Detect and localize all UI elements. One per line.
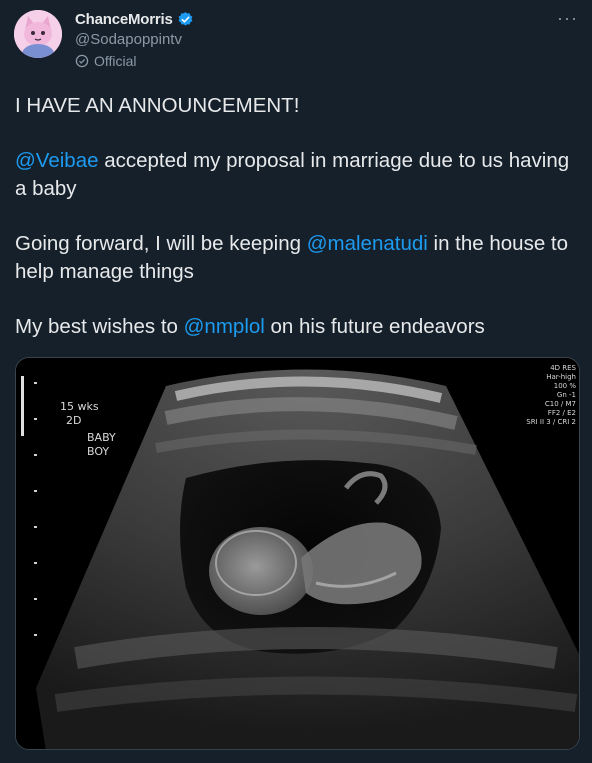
overlay-right-6: FF2 / E2: [548, 409, 576, 417]
proposal-text: accepted my proposal in marriage due to …: [15, 149, 570, 200]
wishes-text-pre: My best wishes to: [15, 315, 184, 338]
overlay-right-1: 4D RES: [550, 364, 576, 372]
tweet-paragraph-proposal: @Veibae accepted my proposal in marriage…: [15, 147, 580, 203]
overlay-right-2: Har-high: [546, 373, 576, 381]
house-text-pre: Going forward, I will be keeping: [15, 232, 307, 255]
fetus-head: [209, 527, 313, 615]
more-options-icon[interactable]: ···: [557, 8, 578, 29]
overlay-right-3: 100 %: [554, 382, 577, 390]
overlay-right-4: Gn -1: [557, 391, 576, 399]
ultrasound-image: 15 wks 2D BABY BOY 4D RES Har-high 100 %…: [16, 358, 579, 749]
official-badge-icon: [75, 54, 89, 68]
overlay-right-7: SRI II 3 / CRI 2: [526, 418, 576, 426]
overlay-weeks: 15 wks: [60, 400, 99, 413]
overlay-boy: BOY: [87, 445, 109, 458]
mention-malenatudi[interactable]: @malenatudi: [307, 232, 428, 255]
tweet-media-ultrasound[interactable]: 15 wks 2D BABY BOY 4D RES Har-high 100 %…: [15, 357, 580, 750]
pink-cat-avatar-icon: [14, 10, 62, 58]
mention-veibae[interactable]: @Veibae: [15, 149, 99, 172]
tweet-header: ChanceMorris @Sodapoppintv Official ···: [14, 8, 584, 78]
overlay-right-5: C10 / M7: [545, 400, 576, 408]
overlay-mode: 2D: [66, 414, 81, 427]
mention-nmplol[interactable]: @nmplol: [184, 315, 265, 338]
avatar[interactable]: [14, 10, 62, 58]
official-label-row: Official: [75, 53, 137, 69]
name-row: ChanceMorris: [75, 11, 194, 28]
official-label: Official: [94, 53, 137, 69]
tweet-paragraph-wishes: My best wishes to @nmplol on his future …: [15, 313, 580, 341]
wishes-text-post: on his future endeavors: [264, 315, 485, 338]
verified-badge-icon: [177, 11, 194, 28]
overlay-baby: BABY: [87, 431, 116, 444]
tweet-line-announcement: I HAVE AN ANNOUNCEMENT!: [15, 94, 300, 117]
author-handle[interactable]: @Sodapoppintv: [75, 31, 182, 48]
display-name[interactable]: ChanceMorris: [75, 11, 173, 28]
tweet-paragraph-house: Going forward, I will be keeping @malena…: [15, 230, 580, 286]
tweet-body: I HAVE AN ANNOUNCEMENT! @Veibae accepted…: [15, 92, 580, 341]
